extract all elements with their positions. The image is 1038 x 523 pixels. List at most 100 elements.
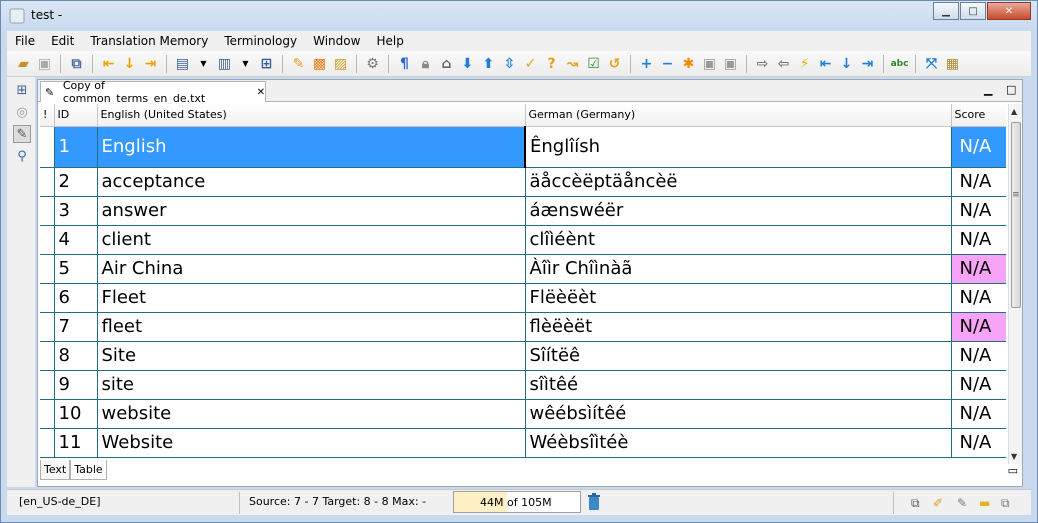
- target-cell[interactable]: áænswéër: [525, 196, 952, 226]
- send-icon[interactable]: ⇨: [752, 54, 773, 74]
- source-cell[interactable]: Fleet: [97, 283, 526, 313]
- garbage-collect-icon[interactable]: [587, 493, 601, 511]
- export-icon[interactable]: ⊞: [256, 54, 277, 74]
- vertical-scrollbar[interactable]: ▲ ≡ ▼: [1008, 104, 1022, 464]
- pin-icon[interactable]: ✐: [933, 496, 943, 510]
- editor-view-icon[interactable]: ✎: [13, 125, 31, 143]
- menu-translation-memory[interactable]: Translation Memory: [82, 34, 216, 48]
- sync-icon[interactable]: ⧉: [66, 54, 87, 74]
- source-cell[interactable]: website: [97, 399, 526, 429]
- target-cell[interactable]: wêébsìítêé: [525, 399, 952, 429]
- settings-icon[interactable]: ⚙: [362, 54, 383, 74]
- menu-terminology[interactable]: Terminology: [216, 34, 305, 48]
- approve-icon[interactable]: ✎: [288, 54, 309, 74]
- table-row[interactable]: 8 Site Sîítëê N/A: [40, 341, 1006, 371]
- windows-icon[interactable]: ⧉: [1001, 496, 1010, 511]
- layout-icon[interactable]: ▦: [942, 54, 963, 74]
- menu-file[interactable]: File: [7, 34, 43, 48]
- source-cell[interactable]: answer: [97, 196, 526, 226]
- table-row[interactable]: 2 acceptance äåccèëptäåncèë N/A: [40, 167, 1006, 197]
- lightning-icon[interactable]: ⚡: [794, 54, 815, 74]
- split-icon[interactable]: ▣: [720, 54, 741, 74]
- query-icon[interactable]: ?: [541, 54, 562, 74]
- dropdown-icon[interactable]: ▼: [235, 54, 256, 74]
- column-header-target[interactable]: German (Germany): [525, 104, 952, 127]
- restore-icon[interactable]: ⧉: [911, 496, 920, 511]
- fuzzy-icon[interactable]: ↝: [562, 54, 583, 74]
- source-cell[interactable]: fleet: [97, 312, 526, 342]
- close-tab-icon[interactable]: ✕: [257, 87, 265, 98]
- add-icon[interactable]: +: [636, 54, 657, 74]
- check-icon[interactable]: ☑: [583, 54, 604, 74]
- notes-icon[interactable]: ▬: [979, 496, 990, 510]
- table-row[interactable]: 10 website wêébsìítêé N/A: [40, 399, 1006, 429]
- save-icon[interactable]: ▣: [34, 54, 55, 74]
- target-cell[interactable]: äåccèëptäåncèë: [525, 167, 952, 197]
- dropdown-icon[interactable]: ▼: [193, 54, 214, 74]
- table-row[interactable]: 6 Fleet Flëèëèt N/A: [40, 283, 1006, 313]
- undo-icon[interactable]: ↺: [604, 54, 625, 74]
- down-arrow-icon[interactable]: ↓: [836, 54, 857, 74]
- tab-table[interactable]: Table: [70, 460, 107, 480]
- target-cell[interactable]: sîìtêé: [525, 370, 952, 400]
- move-up-icon[interactable]: ⬆: [478, 54, 499, 74]
- last-icon[interactable]: ⇥: [857, 54, 878, 74]
- scroll-up-icon[interactable]: ▲: [1011, 107, 1017, 116]
- database-icon[interactable]: ◎: [13, 103, 31, 121]
- translate-icon[interactable]: ▨: [330, 54, 351, 74]
- maximize-panel-icon[interactable]: □: [1006, 83, 1016, 96]
- table-row[interactable]: 5 Air China Àîìr Chîìnàã N/A: [40, 254, 1006, 284]
- edit-icon[interactable]: ▤: [172, 54, 193, 74]
- maximize-button[interactable]: □: [960, 2, 986, 20]
- table-row[interactable]: 7 fleet flèëèët N/A: [40, 312, 1006, 342]
- target-cell[interactable]: Wéèbsîìtéè: [525, 428, 952, 458]
- jump-icon[interactable]: ⇳: [499, 54, 520, 74]
- import-icon[interactable]: ▥: [214, 54, 235, 74]
- close-button[interactable]: ✕: [987, 2, 1031, 20]
- star-icon[interactable]: ✱: [678, 54, 699, 74]
- menu-edit[interactable]: Edit: [43, 34, 82, 48]
- lock-icon[interactable]: 🔒︎: [415, 54, 436, 74]
- tab-document[interactable]: ✎ Copy of common_terms_en_de.txt ✕: [40, 79, 266, 105]
- table-row[interactable]: 3 answer áænswéër N/A: [40, 196, 1006, 226]
- source-cell[interactable]: English: [97, 126, 526, 168]
- target-cell[interactable]: Àîìr Chîìnàã: [525, 254, 952, 284]
- first-icon[interactable]: ⇤: [815, 54, 836, 74]
- minimize-button[interactable]: ▁: [933, 2, 959, 20]
- scrollbar-thumb[interactable]: [1011, 122, 1021, 308]
- table-row[interactable]: 1 English Ênglîísh N/A: [40, 126, 1006, 168]
- project-view-icon[interactable]: ⊞: [13, 81, 31, 99]
- target-cell[interactable]: Flëèëèt: [525, 283, 952, 313]
- approve-all-icon[interactable]: ▩: [309, 54, 330, 74]
- source-cell[interactable]: Website: [97, 428, 526, 458]
- column-header-score[interactable]: Score: [951, 104, 1006, 127]
- source-cell[interactable]: Air China: [97, 254, 526, 284]
- target-cell[interactable]: Sîítëê: [525, 341, 952, 371]
- copy-source-icon[interactable]: ⇦: [773, 54, 794, 74]
- move-down-icon[interactable]: ⬇: [457, 54, 478, 74]
- source-cell[interactable]: client: [97, 225, 526, 255]
- table-row[interactable]: 9 site sîìtêé N/A: [40, 370, 1006, 400]
- minimize-panel-icon[interactable]: ▁: [984, 83, 992, 96]
- column-header-flag[interactable]: !: [40, 104, 55, 127]
- pilcrow-icon[interactable]: ¶: [394, 54, 415, 74]
- table-row[interactable]: 4 client clîìéènt N/A: [40, 225, 1006, 255]
- target-cell[interactable]: clîìéènt: [525, 225, 952, 255]
- remove-icon[interactable]: −: [657, 54, 678, 74]
- target-cell[interactable]: flèëèët: [525, 312, 952, 342]
- fullscreen-icon[interactable]: ⤧: [921, 54, 942, 74]
- source-cell[interactable]: Site: [97, 341, 526, 371]
- menu-window[interactable]: Window: [305, 34, 368, 48]
- down-icon[interactable]: ↓: [119, 54, 140, 74]
- column-header-source[interactable]: English (United States): [97, 104, 526, 127]
- edit-status-icon[interactable]: ✎: [957, 496, 967, 510]
- tag-icon[interactable]: ⌂: [436, 54, 457, 74]
- tab-text[interactable]: Text: [40, 460, 71, 480]
- spellcheck-icon[interactable]: abc: [889, 54, 910, 74]
- confirm-icon[interactable]: ✓: [520, 54, 541, 74]
- heap-status[interactable]: 44M of 105M: [453, 491, 581, 513]
- target-cell[interactable]: Ênglîísh: [524, 126, 952, 168]
- scroll-down-icon[interactable]: ▼: [1011, 452, 1017, 461]
- source-cell[interactable]: acceptance: [97, 167, 526, 197]
- search-icon[interactable]: ⚲: [13, 147, 31, 165]
